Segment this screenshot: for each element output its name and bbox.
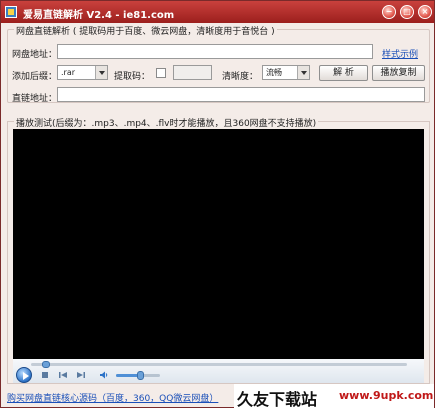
title-bar[interactable]: 爱易直链解析 V2.4 - ie81.com − □ × [1, 1, 434, 23]
parse-group-title: 网盘直链解析 ( 提取码用于百度、微云网盘，清晰度用于音悦台 ) [14, 24, 277, 37]
watermark-url: www.9upk.com [339, 389, 434, 402]
restore-button[interactable]: □ [400, 5, 414, 19]
buy-source-link[interactable]: 购买网盘直链核心源码（百度，360，QQ微云网盘） [7, 391, 218, 404]
site-watermark: 久友下载站 www.9upk.com [234, 384, 434, 409]
minimize-button[interactable]: − [382, 5, 396, 19]
quality-label: 清晰度： [222, 72, 259, 82]
volume-slider[interactable] [116, 371, 160, 380]
seek-thumb[interactable] [42, 361, 50, 368]
parse-button[interactable]: 解 析 [319, 65, 368, 81]
suffix-label: 添加后缀： [12, 72, 58, 82]
quality-value: 流畅 [266, 68, 282, 77]
extract-code-input[interactable] [173, 65, 212, 80]
app-icon [5, 6, 17, 18]
pan-url-input[interactable] [57, 44, 373, 59]
pan-url-label: 网盘地址： [12, 50, 58, 60]
player-group: 播放测试(后缀为：.mp3、.mp4、.flv时才能播放，且360网盘不支持播放… [7, 116, 430, 384]
play-copy-button[interactable]: 播放复制 [372, 65, 425, 81]
app-window: 爱易直链解析 V2.4 - ie81.com − □ × 网盘直链解析 ( 提取… [0, 0, 435, 409]
extract-code-label: 提取码： [114, 72, 151, 82]
play-button[interactable] [16, 367, 32, 383]
suffix-value: .rar [61, 68, 76, 77]
window-title: 爱易直链解析 V2.4 - ie81.com [23, 10, 175, 21]
suffix-select[interactable]: .rar [57, 65, 108, 80]
video-area[interactable] [13, 129, 424, 359]
example-link[interactable]: 样式示例 [382, 47, 418, 60]
chevron-down-icon [297, 66, 309, 79]
volume-thumb[interactable] [137, 371, 144, 380]
stop-icon[interactable] [40, 370, 50, 380]
watermark-text: 久友下载站 [237, 390, 318, 409]
chevron-down-icon [95, 66, 107, 79]
player-group-title: 播放测试(后缀为：.mp3、.mp4、.flv时才能播放，且360网盘不支持播放… [14, 116, 319, 129]
player-controls [13, 359, 424, 383]
direct-url-input[interactable] [57, 87, 425, 102]
direct-url-label: 直链地址： [12, 94, 58, 104]
seek-bar[interactable] [31, 361, 407, 368]
next-icon[interactable] [76, 370, 86, 380]
quality-select[interactable]: 流畅 [262, 65, 310, 80]
extract-code-checkbox[interactable] [156, 68, 166, 78]
volume-icon[interactable] [99, 370, 109, 380]
close-button[interactable]: × [418, 5, 432, 19]
previous-icon[interactable] [58, 370, 68, 380]
